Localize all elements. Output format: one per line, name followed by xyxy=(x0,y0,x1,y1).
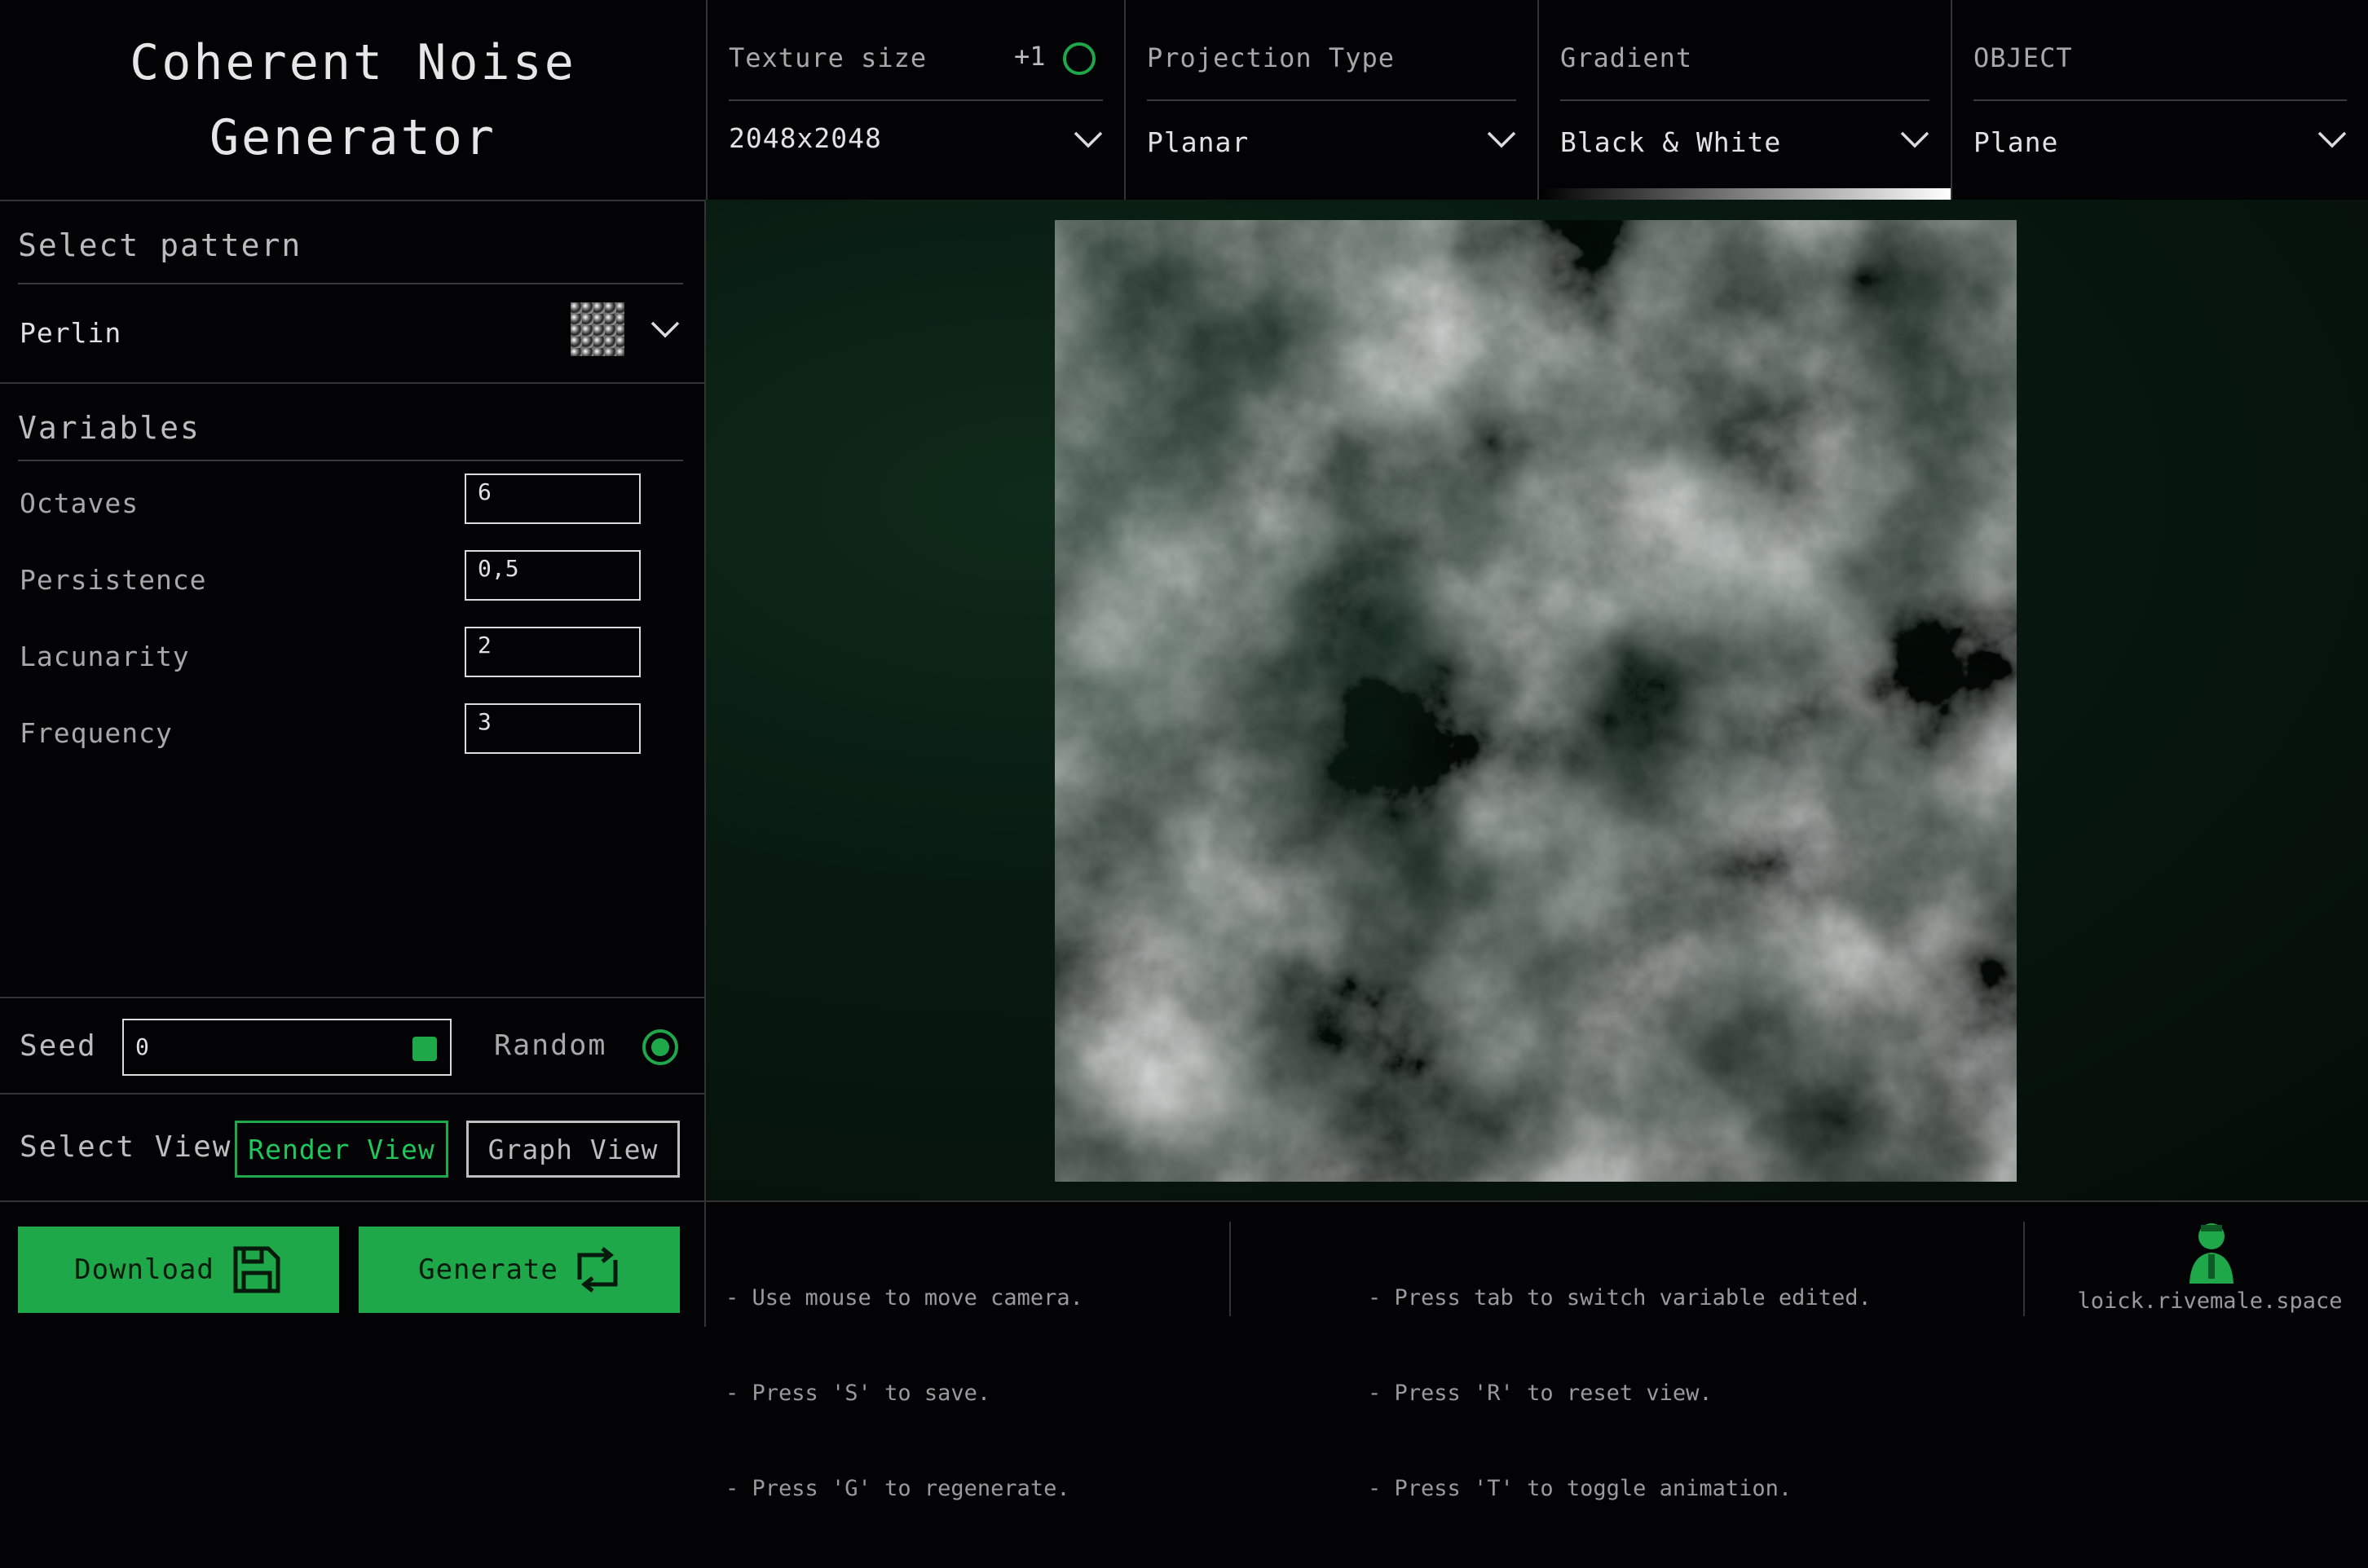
object-label: OBJECT xyxy=(1973,42,2073,73)
texture-size-value: 2048x2048 xyxy=(729,122,882,154)
hint-line: - Press 'T' to toggle animation. xyxy=(1368,1476,1793,1501)
app-title: Coherent Noise Generator xyxy=(0,0,706,200)
generate-label: Generate xyxy=(418,1253,558,1286)
hints-left: - Use mouse to move camera. - Press 'S' … xyxy=(725,1218,1083,1568)
texture-size-label: Texture size xyxy=(729,42,928,73)
chevron-down-icon[interactable] xyxy=(650,320,680,338)
gradient-preview-bar xyxy=(1539,188,1951,200)
seed-value: 0 xyxy=(135,1033,149,1060)
frequency-label: Frequency xyxy=(20,717,173,749)
divider xyxy=(2023,1222,2025,1316)
persistence-input[interactable]: 0,5 xyxy=(465,550,641,601)
seed-label: Seed xyxy=(20,1029,97,1063)
lacunarity-label: Lacunarity xyxy=(20,641,190,672)
download-button[interactable]: Download xyxy=(18,1227,339,1313)
hint-line: - Press 'G' to regenerate. xyxy=(725,1476,1070,1501)
texture-size-dropdown[interactable]: Texture size +1 2048x2048 xyxy=(706,0,1124,200)
divider xyxy=(0,997,704,998)
hints-right: - Press tab to switch variable edited. -… xyxy=(1368,1218,1872,1568)
noise-texture-plane xyxy=(1055,220,2017,1182)
pattern-thumbnail-icon xyxy=(571,302,624,356)
download-label: Download xyxy=(74,1253,214,1286)
random-label: Random xyxy=(494,1029,607,1062)
pattern-dropdown[interactable]: Perlin xyxy=(0,284,704,379)
graph-view-button[interactable]: Graph View xyxy=(466,1121,680,1178)
hint-line: - Press 'S' to save. xyxy=(725,1381,991,1406)
generate-button[interactable]: Generate xyxy=(359,1227,680,1313)
object-dropdown[interactable]: OBJECT Plane xyxy=(1951,0,2368,200)
chevron-down-icon[interactable] xyxy=(1074,130,1103,148)
radio-dot-icon xyxy=(651,1038,669,1056)
pattern-value: Perlin xyxy=(20,317,122,349)
seed-input[interactable]: 0 xyxy=(122,1019,452,1076)
lacunarity-input[interactable]: 2 xyxy=(465,627,641,677)
divider xyxy=(1147,99,1516,101)
save-icon xyxy=(233,1246,280,1293)
persistence-label: Persistence xyxy=(20,564,207,596)
select-view-label: Select View xyxy=(20,1130,232,1164)
sidebar: Select pattern Perlin Variables Octaves … xyxy=(0,200,706,1327)
gradient-value: Black & White xyxy=(1560,126,1782,158)
chevron-down-icon[interactable] xyxy=(2317,130,2347,148)
app-title-text: Coherent Noise Generator xyxy=(130,33,576,166)
divider xyxy=(18,460,683,461)
author-site: loick.rivemale.space xyxy=(2077,1288,2343,1314)
divider xyxy=(0,1093,704,1095)
divider xyxy=(729,99,1103,101)
chevron-down-icon[interactable] xyxy=(1900,130,1929,148)
avatar-icon xyxy=(2189,1223,2234,1284)
octaves-label: Octaves xyxy=(20,487,139,519)
texture-size-badge: +1 xyxy=(1014,41,1046,72)
object-value: Plane xyxy=(1973,126,2059,158)
random-toggle[interactable] xyxy=(642,1029,678,1065)
variables-title: Variables xyxy=(18,410,201,446)
projection-type-value: Planar xyxy=(1147,126,1250,158)
gradient-label: Gradient xyxy=(1560,42,1693,73)
divider xyxy=(1229,1222,1231,1316)
help-footer: - Use mouse to move camera. - Press 'S' … xyxy=(706,1200,2368,1501)
divider xyxy=(1973,99,2347,101)
divider xyxy=(0,1200,704,1202)
hint-line: - Press tab to switch variable edited. xyxy=(1368,1285,1872,1310)
copy-icon[interactable] xyxy=(412,1037,437,1061)
divider xyxy=(0,382,704,384)
frequency-input[interactable]: 3 xyxy=(465,703,641,754)
divider xyxy=(1560,99,1929,101)
chevron-down-icon[interactable] xyxy=(1487,130,1516,148)
projection-type-dropdown[interactable]: Projection Type Planar xyxy=(1124,0,1537,200)
hint-line: - Press 'R' to reset view. xyxy=(1368,1381,1713,1406)
texture-size-toggle-icon[interactable] xyxy=(1063,42,1096,75)
gradient-dropdown[interactable]: Gradient Black & White xyxy=(1537,0,1951,200)
render-view-button[interactable]: Render View xyxy=(235,1121,448,1178)
hint-line: - Use mouse to move camera. xyxy=(725,1285,1083,1310)
refresh-icon xyxy=(577,1247,618,1293)
select-pattern-title: Select pattern xyxy=(18,227,302,263)
render-viewport[interactable] xyxy=(706,200,2368,1200)
author-link[interactable]: loick.rivemale.space xyxy=(2075,1218,2344,1324)
projection-type-label: Projection Type xyxy=(1147,42,1395,73)
octaves-input[interactable]: 6 xyxy=(465,473,641,524)
